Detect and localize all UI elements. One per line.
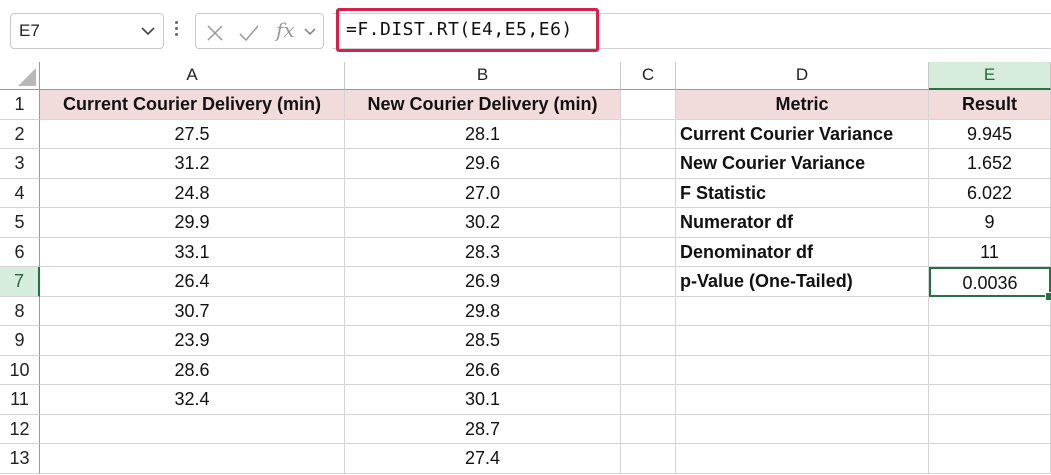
cell-d11[interactable] [676, 385, 929, 415]
cell-a13[interactable] [40, 444, 345, 474]
cell-b8[interactable]: 29.8 [345, 297, 621, 326]
row-header-2[interactable]: 2 [0, 120, 40, 149]
row-header-4[interactable]: 4 [0, 179, 40, 208]
chevron-down-icon[interactable] [304, 28, 316, 36]
cell-a1[interactable]: Current Courier Delivery (min) [40, 90, 345, 120]
row-header-10[interactable]: 10 [0, 356, 40, 385]
column-header-e[interactable]: E [929, 62, 1051, 90]
cell-b5[interactable]: 30.2 [345, 208, 621, 238]
cell-c4[interactable] [621, 179, 676, 208]
cell-c7[interactable] [621, 267, 676, 297]
cell-b9[interactable]: 28.5 [345, 326, 621, 356]
cell-a3[interactable]: 31.2 [40, 149, 345, 179]
cell-e9[interactable] [929, 326, 1051, 356]
cell-a5[interactable]: 29.9 [40, 208, 345, 238]
cell-d7[interactable]: p-Value (One-Tailed) [676, 267, 929, 297]
cell-a9[interactable]: 23.9 [40, 326, 345, 356]
cell-a10[interactable]: 28.6 [40, 356, 345, 385]
row-header-13[interactable]: 13 [0, 444, 40, 474]
cell-c2[interactable] [621, 120, 676, 149]
cell-b6[interactable]: 28.3 [345, 238, 621, 267]
cell-b1[interactable]: New Courier Delivery (min) [345, 90, 621, 120]
cell-d5[interactable]: Numerator df [676, 208, 929, 238]
cell-d10[interactable] [676, 356, 929, 385]
row-header-8[interactable]: 8 [0, 297, 40, 326]
column-header-c[interactable]: C [621, 62, 676, 90]
cell-c12[interactable] [621, 415, 676, 444]
cell-d13[interactable] [676, 444, 929, 474]
x-icon[interactable] [206, 24, 224, 42]
cell-d9[interactable] [676, 326, 929, 356]
row-header-11[interactable]: 11 [0, 385, 40, 415]
formula-controls: fx [195, 13, 324, 49]
column-header-b[interactable]: B [345, 62, 621, 90]
cell-b4[interactable]: 27.0 [345, 179, 621, 208]
cell-a2[interactable]: 27.5 [40, 120, 345, 149]
cell-e13[interactable] [929, 444, 1051, 474]
row-header-7[interactable]: 7 [0, 267, 40, 297]
cell-c6[interactable] [621, 238, 676, 267]
more-options-icon[interactable] [173, 18, 179, 44]
select-all-corner[interactable] [0, 62, 40, 90]
cell-e2[interactable]: 9.945 [929, 120, 1051, 149]
cell-d6[interactable]: Denominator df [676, 238, 929, 267]
row-header-12[interactable]: 12 [0, 415, 40, 444]
fill-handle[interactable] [1045, 292, 1051, 301]
cell-c9[interactable] [621, 326, 676, 356]
cell-b3[interactable]: 29.6 [345, 149, 621, 179]
column-header-d[interactable]: D [676, 62, 929, 90]
fx-icon[interactable]: fx [276, 18, 295, 42]
cell-d3[interactable]: New Courier Variance [676, 149, 929, 179]
cell-b13[interactable]: 27.4 [345, 444, 621, 474]
cell-e1[interactable]: Result [929, 90, 1051, 120]
cell-c10[interactable] [621, 356, 676, 385]
cell-c3[interactable] [621, 149, 676, 179]
check-icon[interactable] [238, 24, 260, 42]
formula-bar: E7 fx =F.DIST.RT(E4,E5,E6) [0, 0, 1051, 62]
cell-a7[interactable]: 26.4 [40, 267, 345, 297]
cell-b10[interactable]: 26.6 [345, 356, 621, 385]
cell-d1[interactable]: Metric [676, 90, 929, 120]
cell-c13[interactable] [621, 444, 676, 474]
cell-a4[interactable]: 24.8 [40, 179, 345, 208]
cell-e11[interactable] [929, 385, 1051, 415]
cell-d12[interactable] [676, 415, 929, 444]
cell-d2[interactable]: Current Courier Variance [676, 120, 929, 149]
cell-d8[interactable] [676, 297, 929, 326]
row-header-9[interactable]: 9 [0, 326, 40, 356]
cell-c8[interactable] [621, 297, 676, 326]
row-header-1[interactable]: 1 [0, 90, 40, 120]
cell-b11[interactable]: 30.1 [345, 385, 621, 415]
name-box-value: E7 [19, 21, 40, 40]
chevron-down-icon[interactable] [141, 26, 155, 36]
row-header-3[interactable]: 3 [0, 149, 40, 179]
row-header-6[interactable]: 6 [0, 238, 40, 267]
cell-e5[interactable]: 9 [929, 208, 1051, 238]
cell-e4[interactable]: 6.022 [929, 179, 1051, 208]
cell-e6[interactable]: 11 [929, 238, 1051, 267]
cell-c11[interactable] [621, 385, 676, 415]
cell-a8[interactable]: 30.7 [40, 297, 345, 326]
cell-b2[interactable]: 28.1 [345, 120, 621, 149]
select-all-icon [18, 68, 36, 86]
cell-b12[interactable]: 28.7 [345, 415, 621, 444]
name-box[interactable]: E7 [10, 13, 164, 49]
column-header-a[interactable]: A [40, 62, 345, 90]
cell-e8[interactable] [929, 297, 1051, 326]
cell-a12[interactable] [40, 415, 345, 444]
cell-b7[interactable]: 26.9 [345, 267, 621, 297]
formula-text[interactable]: =F.DIST.RT(E4,E5,E6) [346, 19, 573, 40]
row-header-5[interactable]: 5 [0, 208, 40, 238]
cell-e12[interactable] [929, 415, 1051, 444]
cell-d4[interactable]: F Statistic [676, 179, 929, 208]
cell-a6[interactable]: 33.1 [40, 238, 345, 267]
cell-e7[interactable]: 0.0036 [929, 267, 1051, 297]
cell-c5[interactable] [621, 208, 676, 238]
cell-e10[interactable] [929, 356, 1051, 385]
cell-c1[interactable] [621, 90, 676, 120]
cell-a11[interactable]: 32.4 [40, 385, 345, 415]
cell-e3[interactable]: 1.652 [929, 149, 1051, 179]
